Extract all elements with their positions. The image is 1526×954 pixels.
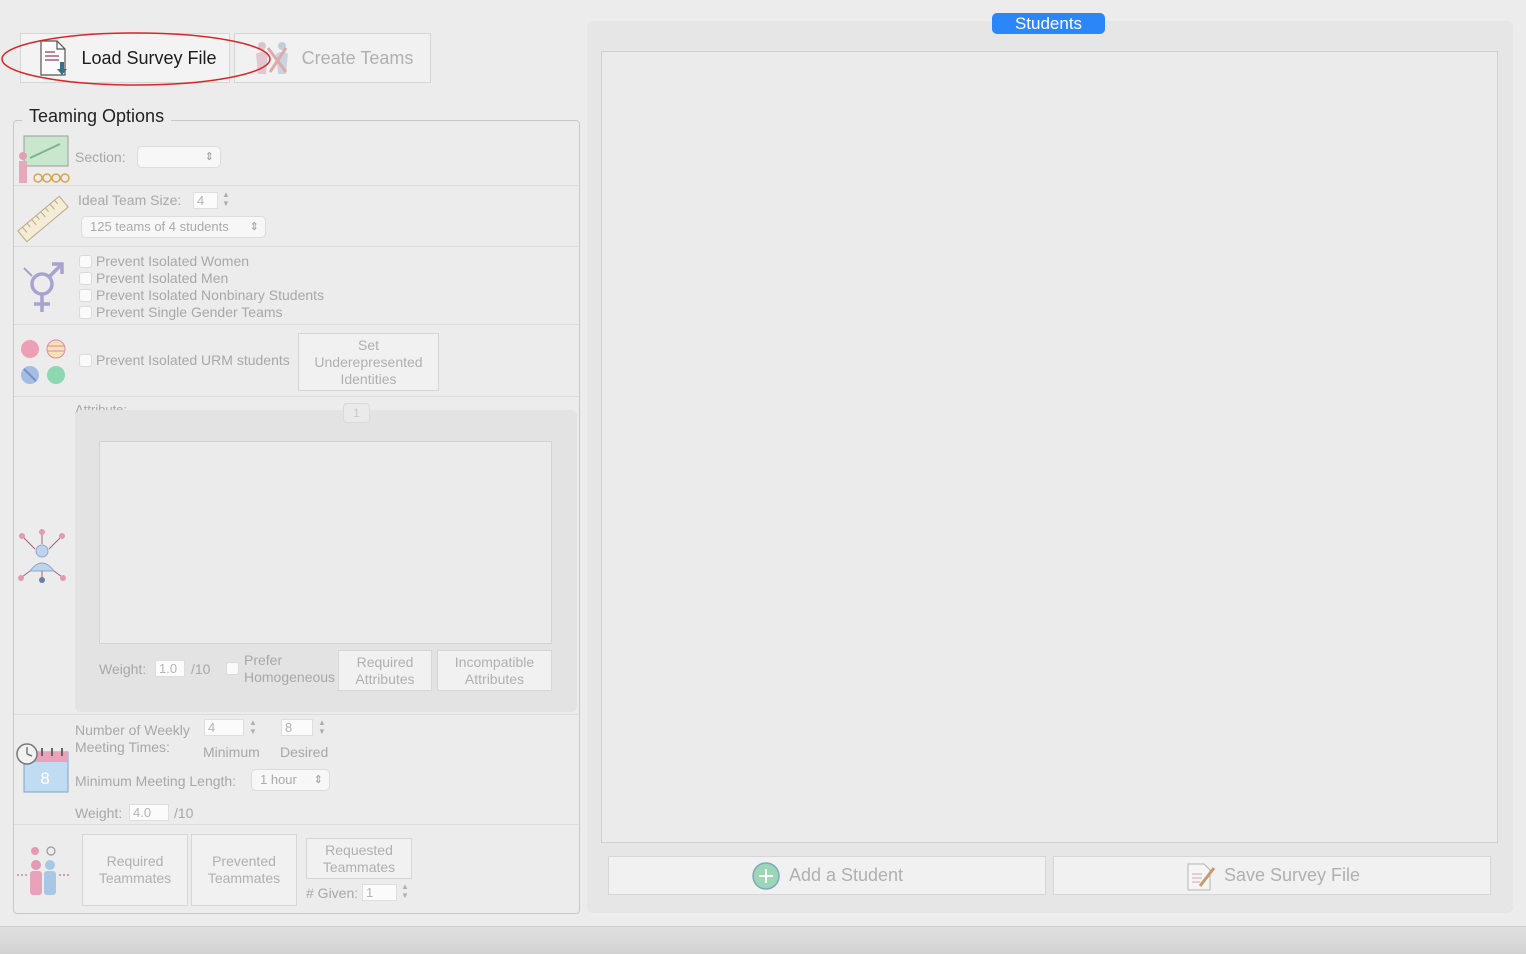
required-attributes-button[interactable]: Required Attributes (338, 650, 432, 691)
teaming-options-title: Teaming Options (22, 106, 172, 127)
incompatible-attributes-label: Incompatible Attributes (454, 653, 535, 687)
prevent-single-gender-checkbox[interactable] (79, 306, 92, 319)
divider (14, 324, 578, 325)
calendar-clock-icon: 8 (16, 743, 69, 793)
desired-meetings-stepper[interactable]: ▲ ▼ (316, 718, 328, 738)
minimum-meetings-field[interactable]: 4 (204, 719, 244, 736)
schedule-weight-label: Weight: (75, 805, 123, 821)
gender-icon (23, 262, 64, 312)
add-student-button[interactable]: Add a Student (608, 856, 1046, 895)
section-teacher-icon (19, 135, 70, 183)
section-label: Section: (75, 149, 126, 165)
required-teammates-button[interactable]: Required Teammates (82, 834, 188, 906)
attribute-tab-1[interactable]: 1 (343, 403, 370, 423)
updown-arrow-icon: ⇕ (313, 774, 323, 786)
meeting-length-value: 1 hour (260, 772, 297, 787)
schedule-weight-max: /10 (174, 805, 194, 821)
prevent-isolated-men-checkbox[interactable] (79, 272, 92, 285)
save-survey-button[interactable]: Save Survey File (1053, 856, 1491, 895)
meeting-length-select[interactable]: 1 hour ⇕ (251, 769, 330, 791)
save-file-icon (1187, 863, 1216, 890)
team-breakdown-value: 125 teams of 4 students (90, 219, 229, 234)
prevent-isolated-women-checkbox[interactable] (79, 255, 92, 268)
attribute-list-box[interactable] (99, 441, 552, 644)
prevented-teammates-label: Prevented Teammates (207, 853, 281, 886)
required-teammates-label: Required Teammates (98, 853, 172, 886)
prevent-isolated-men-label: Prevent Isolated Men (96, 270, 229, 286)
ideal-team-size-label: Ideal Team Size: (78, 192, 182, 208)
save-survey-label: Save Survey File (1223, 865, 1361, 885)
weekly-meetings-label: Number of Weekly Meeting Times: (75, 722, 190, 755)
prevent-single-gender-label: Prevent Single Gender Teams (96, 304, 283, 320)
required-attributes-label: Required Attributes (355, 653, 415, 687)
prefer-homogeneous-checkbox[interactable] (226, 662, 239, 675)
divider (14, 185, 578, 186)
team-breakdown-select[interactable]: 125 teams of 4 students ⇕ (81, 216, 266, 238)
given-label: # Given: (306, 885, 359, 901)
meeting-length-label: Minimum Meeting Length: (75, 773, 237, 789)
ruler-icon (17, 195, 69, 243)
ideal-team-size-field[interactable]: 4 (193, 192, 218, 209)
minimum-meetings-stepper[interactable]: ▲ ▼ (247, 718, 259, 738)
prevent-isolated-urm-checkbox[interactable] (79, 354, 92, 367)
prevent-isolated-nonbinary-checkbox[interactable] (79, 289, 92, 302)
updown-arrow-icon: ⇕ (249, 221, 259, 233)
urm-identities-icon (21, 339, 66, 384)
attribute-weight-max: /10 (191, 661, 211, 677)
requested-teammates-button[interactable]: Requested Teammates (306, 838, 412, 879)
tab-students[interactable]: Students (992, 13, 1105, 34)
prefer-homogeneous-label: Prefer Homogeneous (244, 652, 336, 685)
status-bar (0, 926, 1526, 954)
highlight-ellipse (1, 32, 271, 86)
given-field[interactable]: 1 (362, 884, 397, 901)
section-select[interactable]: ⇕ (137, 146, 221, 168)
prevent-isolated-urm-label: Prevent Isolated URM students (96, 352, 290, 368)
prevented-teammates-button[interactable]: Prevented Teammates (191, 834, 297, 906)
set-underrepresented-button[interactable]: Set Underepresented Identities (298, 333, 439, 391)
add-circle-icon (752, 861, 780, 890)
incompatible-attributes-button[interactable]: Incompatible Attributes (437, 650, 552, 691)
create-teams-label: Create Teams (301, 47, 414, 68)
prevent-isolated-nonbinary-label: Prevent Isolated Nonbinary Students (96, 287, 325, 303)
divider (14, 824, 578, 825)
divider (14, 246, 578, 247)
desired-meetings-field[interactable]: 8 (281, 719, 313, 736)
minimum-caption: Minimum (203, 744, 260, 760)
requested-teammates-label: Requested Teammates (322, 841, 396, 875)
attribute-weight-label: Weight: (99, 661, 147, 677)
attribute-weight-field[interactable]: 1.0 (155, 660, 185, 677)
attribute-network-icon (18, 529, 66, 583)
prevent-isolated-women-label: Prevent Isolated Women (96, 253, 250, 269)
ideal-team-size-stepper[interactable]: ▲ ▼ (220, 190, 232, 210)
desired-caption: Desired (280, 744, 329, 760)
updown-arrow-icon: ⇕ (204, 151, 214, 163)
divider (14, 714, 578, 715)
teammates-icon (17, 846, 69, 895)
divider (14, 396, 578, 397)
set-underrepresented-label: Set Underepresented Identities (314, 336, 423, 387)
svg-text:8: 8 (40, 769, 50, 788)
given-stepper[interactable]: ▲ ▼ (399, 882, 411, 902)
students-table[interactable] (601, 51, 1498, 843)
add-student-label: Add a Student (788, 865, 904, 885)
schedule-weight-field[interactable]: 4.0 (129, 804, 169, 821)
